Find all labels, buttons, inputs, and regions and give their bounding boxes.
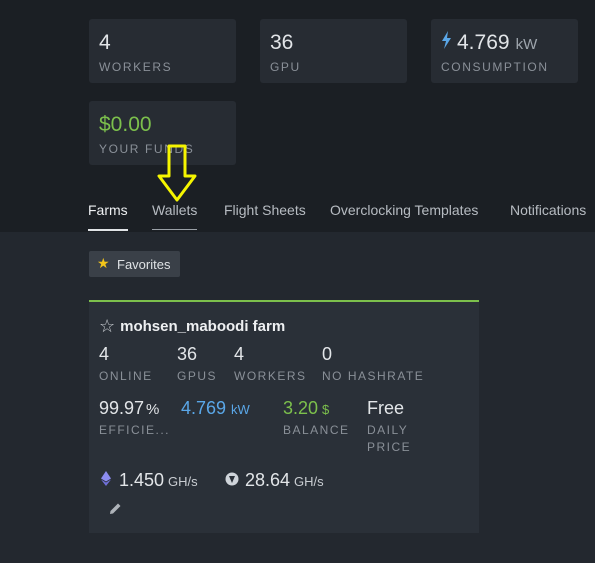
tab-wallets[interactable]: Wallets	[152, 202, 198, 230]
workers-count: 4	[99, 31, 111, 54]
star-icon: ★	[97, 255, 110, 271]
no-hashrate-label: NO HASHRATE	[322, 369, 425, 383]
farm-name: mohsen_maboodi farm	[120, 318, 286, 335]
ravencoin-icon	[225, 472, 239, 489]
no-hashrate-count: 0	[322, 344, 333, 364]
gpu-count: 36	[270, 31, 294, 54]
balance-value: 3.20 $	[283, 398, 329, 419]
hashrate-rvn: 28.64 GH/s	[225, 470, 324, 491]
farm-card[interactable]: ☆ mohsen_maboodi farm 4 ONLINE 36 GPUS 4 …	[89, 300, 479, 533]
funds-value: $0.00	[99, 113, 152, 136]
balance-label: BALANCE	[283, 423, 350, 437]
efficiency-number: 99.97	[99, 398, 145, 418]
tab-notifications[interactable]: Notifications	[510, 202, 586, 218]
power-number: 4.769	[181, 398, 227, 418]
annotation-arrow-icon	[156, 144, 198, 207]
online-label: ONLINE	[99, 369, 153, 383]
favorites-label: Favorites	[117, 257, 171, 272]
balance-number: 3.20	[283, 398, 319, 418]
stat-card-consumption[interactable]: 4.769 kW CONSUMPTION	[431, 19, 578, 83]
balance-unit: $	[322, 402, 330, 417]
daily-price-label-line1: DAILY	[367, 423, 409, 437]
eth-hashrate-number: 1.450	[119, 470, 165, 490]
gpus-count: 36	[177, 344, 198, 364]
lightning-icon	[441, 31, 453, 55]
tab-farms[interactable]: Farms	[88, 202, 128, 231]
favorites-button[interactable]: ★ Favorites	[89, 251, 180, 277]
tab-flight-sheets[interactable]: Flight Sheets	[224, 202, 306, 218]
gpus-label: GPUS	[177, 369, 218, 383]
stat-card-workers[interactable]: 4 WORKERS	[89, 19, 236, 83]
rvn-hashrate-number: 28.64	[245, 470, 291, 490]
consumption-unit: kW	[515, 36, 538, 53]
efficiency-label: EFFICIE...	[99, 423, 171, 437]
consumption-value: 4.769 kW	[441, 31, 537, 55]
power-value: 4.769 kW	[181, 398, 250, 419]
power-unit: kW	[231, 402, 250, 417]
stat-card-gpu[interactable]: 36 GPU	[260, 19, 407, 83]
daily-price-label-line2: PRICE	[367, 440, 412, 454]
daily-price-value: Free	[367, 398, 405, 418]
workers-label: WORKERS	[99, 60, 173, 74]
star-outline-icon[interactable]: ☆	[99, 316, 115, 336]
rvn-hashrate-unit: GH/s	[294, 474, 324, 489]
consumption-number: 4.769	[457, 31, 510, 54]
farm-title: ☆ mohsen_maboodi farm	[99, 315, 285, 336]
edit-pencil-icon[interactable]	[109, 502, 122, 518]
efficiency-value: 99.97%	[99, 398, 159, 419]
online-count: 4	[99, 344, 110, 364]
gpu-label: GPU	[270, 60, 301, 74]
consumption-label: CONSUMPTION	[441, 60, 549, 74]
ethereum-icon	[99, 471, 113, 489]
workers-label-farm: WORKERS	[234, 369, 307, 383]
workers-count-farm: 4	[234, 344, 245, 364]
main-tabs: Farms Wallets Flight Sheets Overclocking…	[0, 200, 595, 232]
efficiency-unit: %	[146, 401, 160, 418]
eth-hashrate-unit: GH/s	[168, 474, 198, 489]
tab-overclocking-templates[interactable]: Overclocking Templates	[330, 202, 478, 218]
hashrate-eth: 1.450 GH/s	[99, 470, 198, 491]
